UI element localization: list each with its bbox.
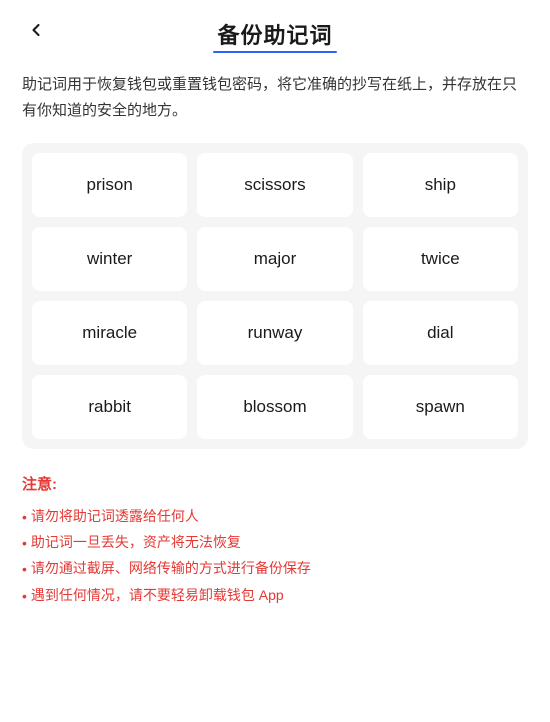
mnemonic-cell: runway <box>197 301 352 365</box>
notice-section: 注意: •请勿将助记词透露给任何人•助记词一旦丢失，资产将无法恢复•请勿通过截屏… <box>22 473 528 609</box>
notice-bullet: • <box>22 584 27 609</box>
notice-bullet: • <box>22 505 27 530</box>
back-button[interactable] <box>20 16 52 48</box>
mnemonic-cell: winter <box>32 227 187 291</box>
notice-item-text: 请勿将助记词透露给任何人 <box>31 504 199 529</box>
mnemonic-cell: spawn <box>363 375 518 439</box>
notice-item: •遇到任何情况，请不要轻易卸载钱包 App <box>22 583 528 609</box>
notice-list: •请勿将助记词透露给任何人•助记词一旦丢失，资产将无法恢复•请勿通过截屏、网络传… <box>22 504 528 609</box>
notice-item: •请勿通过截屏、网络传输的方式进行备份保存 <box>22 556 528 582</box>
mnemonic-cell: prison <box>32 153 187 217</box>
mnemonic-cell: scissors <box>197 153 352 217</box>
mnemonic-cell: rabbit <box>32 375 187 439</box>
notice-item-text: 请勿通过截屏、网络传输的方式进行备份保存 <box>31 556 311 581</box>
page-description: 助记词用于恢复钱包或重置钱包密码，将它准确的抄写在纸上，并存放在只有你知道的安全… <box>22 72 528 123</box>
notice-item: •助记词一旦丢失，资产将无法恢复 <box>22 530 528 556</box>
mnemonic-cell: ship <box>363 153 518 217</box>
page-header: 备份助记词 <box>0 0 550 64</box>
mnemonic-grid: prisonscissorsship wintermajortwice miracl… <box>32 153 518 439</box>
back-arrow-icon <box>26 20 46 45</box>
mnemonic-grid-container: prisonscissorsship wintermajortwice miracl… <box>22 143 528 449</box>
notice-title: 注意: <box>22 473 528 494</box>
notice-item-text: 遇到任何情况，请不要轻易卸载钱包 App <box>31 583 284 608</box>
mnemonic-cell: dial <box>363 301 518 365</box>
page-title: 备份助记词 <box>217 18 332 50</box>
mnemonic-cell: blossom <box>197 375 352 439</box>
notice-item: •请勿将助记词透露给任何人 <box>22 504 528 530</box>
mnemonic-cell: miracle <box>32 301 187 365</box>
mnemonic-cell: major <box>197 227 352 291</box>
notice-bullet: • <box>22 557 27 582</box>
notice-bullet: • <box>22 531 27 556</box>
notice-item-text: 助记词一旦丢失，资产将无法恢复 <box>31 530 241 555</box>
mnemonic-cell: twice <box>363 227 518 291</box>
